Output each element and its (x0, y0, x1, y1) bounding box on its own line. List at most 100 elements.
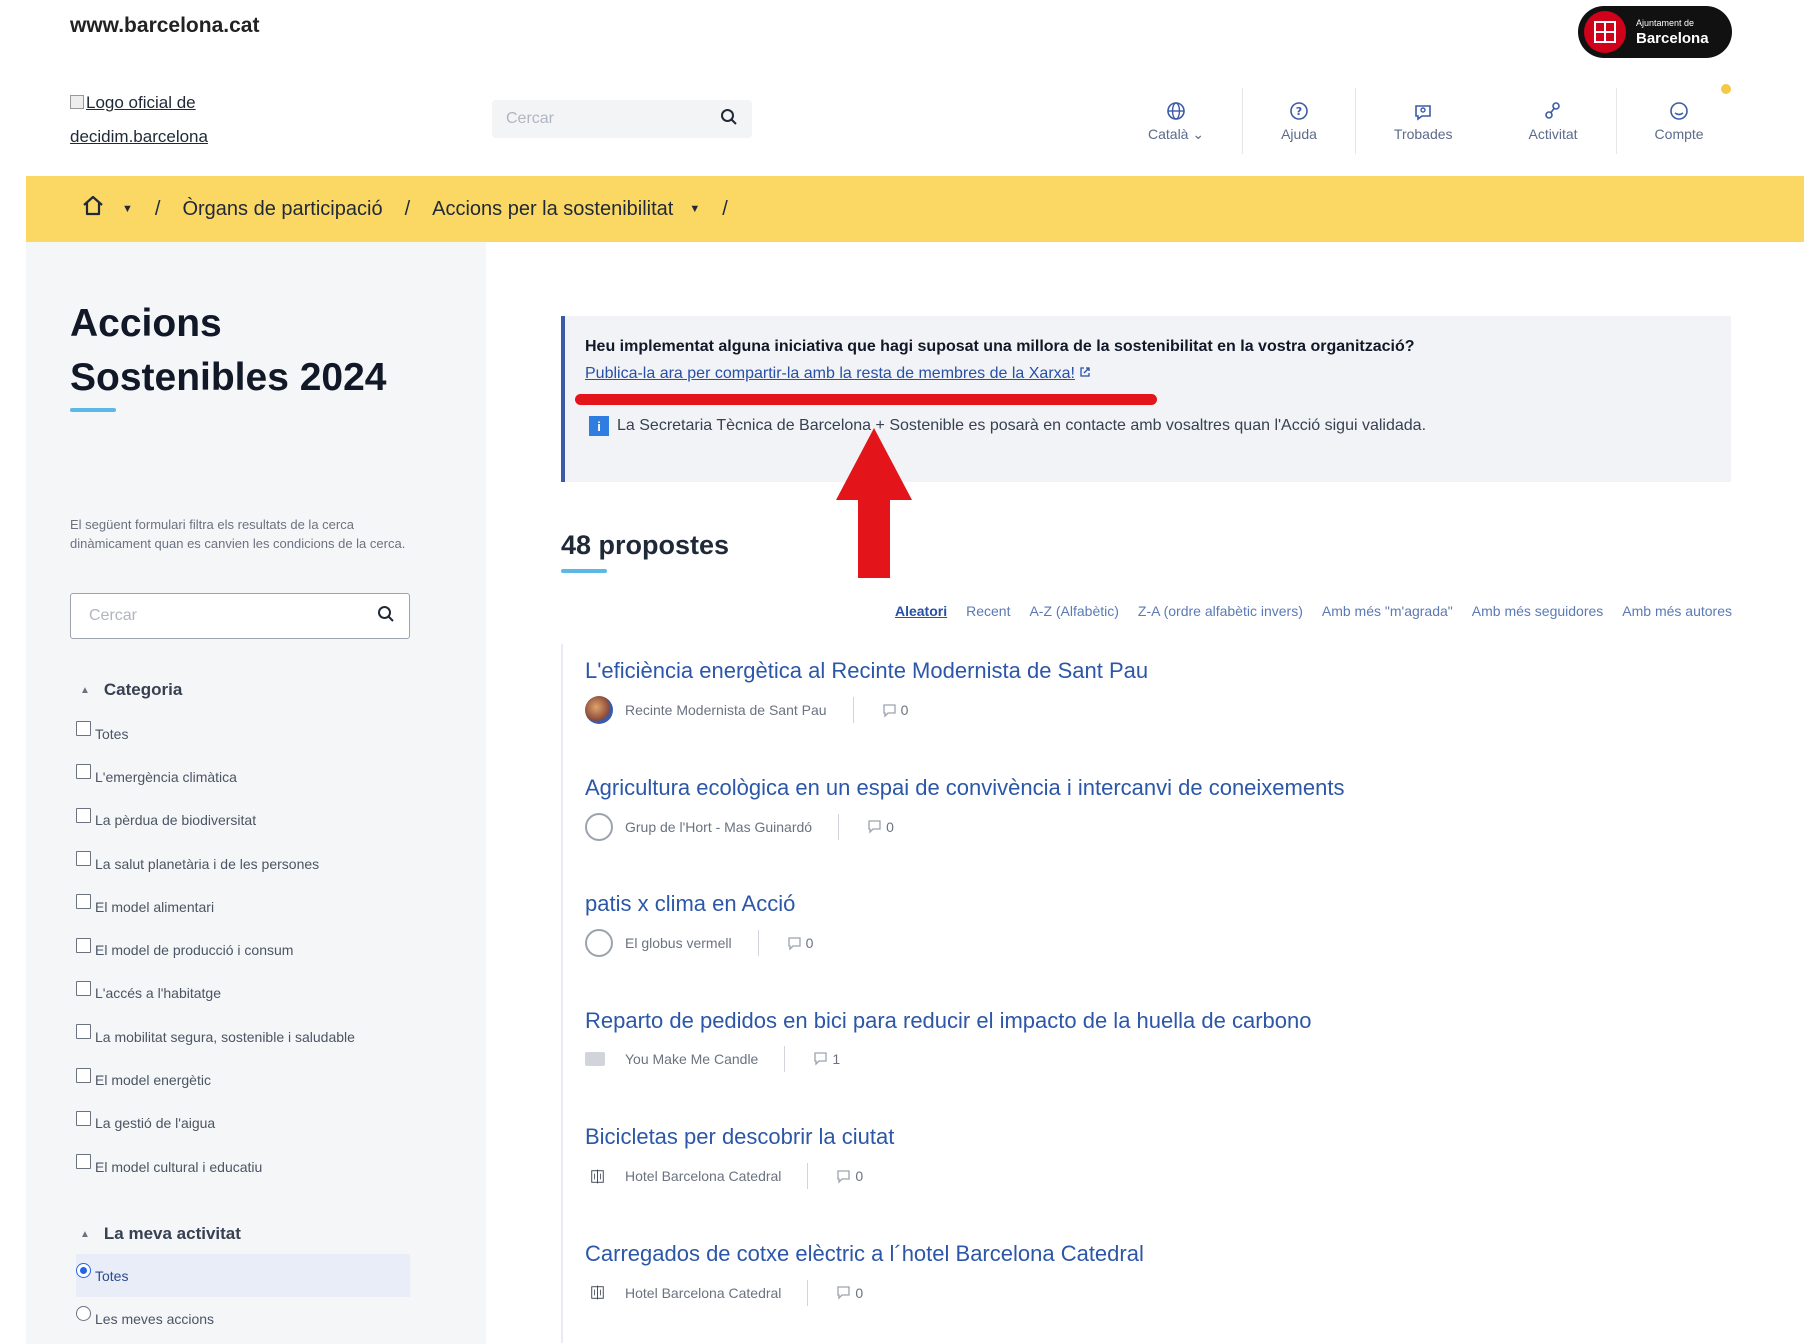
info-icon: i (589, 416, 609, 436)
proposal-author[interactable]: You Make Me Candle (625, 1051, 758, 1067)
checkbox[interactable] (76, 851, 91, 867)
category-option[interactable]: El model energètic (76, 1058, 355, 1101)
radio-button[interactable] (76, 1263, 91, 1279)
sort-option-most-authors[interactable]: Amb més autores (1622, 603, 1732, 619)
nav-help[interactable]: ? Ajuda (1243, 88, 1356, 154)
publish-action-link[interactable]: Publica-la ara per compartir-la amb la r… (585, 365, 1091, 383)
activity-option[interactable]: Les meves accions (76, 1297, 410, 1340)
sort-option-most-followed[interactable]: Amb més seguidores (1472, 603, 1604, 619)
activity-filter-list: Totes Les meves accions (76, 1254, 410, 1341)
sort-option-az[interactable]: A-Z (Alfabètic) (1029, 603, 1118, 619)
breadcrumb-item-accions[interactable]: Accions per la sostenibilitat (432, 198, 673, 221)
header-search-input[interactable] (506, 110, 720, 128)
category-option[interactable]: La mobilitat segura, sostenible i saluda… (76, 1015, 355, 1058)
comment-count: 1 (832, 1050, 841, 1067)
sort-options: Aleatori Recent A-Z (Alfabètic) Z-A (ord… (895, 603, 1732, 619)
proposal-author[interactable]: Hotel Barcelona Catedral (625, 1285, 781, 1301)
comment-icon (814, 1052, 827, 1066)
caret-down-icon[interactable]: ▼ (122, 203, 133, 215)
breadcrumb-separator: / (154, 197, 161, 220)
comment-icon (837, 1286, 851, 1300)
breadcrumb: ▼ / Òrgans de participació / Accions per… (26, 176, 1804, 242)
nav-meetings[interactable]: Trobades (1356, 88, 1491, 154)
category-option[interactable]: El model cultural i educatiu (76, 1145, 355, 1188)
proposal-list: L'eficiència energètica al Recinte Moder… (561, 644, 1731, 1343)
space-title: Accions Sostenibles 2024 (70, 302, 387, 399)
proposal-title[interactable]: patis x clima en Acció (585, 891, 1731, 917)
proposal-title[interactable]: L'eficiència energètica al Recinte Moder… (585, 658, 1731, 684)
breadcrumb-separator: / (404, 197, 411, 220)
checkbox[interactable] (76, 1154, 91, 1170)
title-underline (70, 408, 116, 412)
proposal-author[interactable]: Recinte Modernista de Sant Pau (625, 702, 827, 718)
proposal-card[interactable]: patis x clima en Acció El globus vermell… (561, 877, 1731, 994)
nav-account[interactable]: Compte (1617, 88, 1742, 154)
hotel-logo-icon[interactable] (585, 1278, 613, 1307)
filter-search-input[interactable] (89, 607, 377, 625)
activity-option[interactable]: Totes (76, 1254, 410, 1298)
proposal-title[interactable]: Carregados de cotxe elèctric a l´hotel B… (585, 1241, 1731, 1267)
ajuntament-logo[interactable]: Ajuntament de Barcelona (1578, 6, 1732, 58)
caret-down-icon[interactable]: ▼ (689, 203, 700, 215)
notification-dot (1721, 84, 1731, 94)
category-option[interactable]: El model de producció i consum (76, 928, 355, 971)
sort-option-random[interactable]: Aleatori (895, 603, 947, 619)
category-option[interactable]: L'accés a l'habitatge (76, 972, 355, 1015)
activity-filter-toggle[interactable]: ▲ La meva activitat (80, 1224, 241, 1244)
proposal-title[interactable]: Reparto de pedidos en bici para reducir … (585, 1008, 1731, 1034)
proposal-card[interactable]: L'eficiència energètica al Recinte Moder… (561, 644, 1731, 761)
checkbox[interactable] (76, 1067, 91, 1083)
checkbox[interactable] (76, 764, 91, 780)
proposal-title[interactable]: Agricultura ecològica en un espai de con… (585, 775, 1731, 801)
barcelona-seal-icon (1584, 11, 1626, 53)
category-option[interactable]: La pèrdua de biodiversitat (76, 799, 355, 842)
proposal-author[interactable]: Grup de l'Hort - Mas Guinardó (625, 819, 812, 835)
default-avatar-icon[interactable] (585, 929, 613, 957)
nav-meetings-label: Trobades (1393, 126, 1453, 142)
search-icon[interactable] (720, 108, 738, 131)
sort-option-za[interactable]: Z-A (ordre alfabètic invers) (1138, 603, 1303, 619)
default-avatar-icon[interactable] (585, 812, 613, 841)
category-option[interactable]: L'emergència climàtica (76, 755, 355, 798)
sidebar: Accions Sostenibles 2024 El següent form… (26, 242, 486, 1344)
category-filter-toggle[interactable]: ▲ Categoria (80, 680, 182, 700)
breadcrumb-item-organs[interactable]: Òrgans de participació (182, 198, 382, 221)
category-option[interactable]: La salut planetària i de les persones (76, 842, 355, 885)
nav-activity-label: Activitat (1528, 126, 1578, 142)
header-search (492, 100, 752, 138)
annotation-underline (575, 394, 1157, 405)
nav-activity[interactable]: Activitat (1491, 88, 1617, 154)
author-logo-icon[interactable] (585, 1051, 605, 1066)
proposal-card[interactable]: Bicicletas per descobrir la ciutat Hotel… (561, 1110, 1731, 1227)
chevron-down-icon: ⌄ (1192, 125, 1205, 142)
search-icon[interactable] (377, 605, 395, 628)
home-icon[interactable] (80, 193, 106, 225)
radio-button[interactable] (76, 1306, 91, 1322)
proposal-author[interactable]: Hotel Barcelona Catedral (625, 1168, 781, 1184)
avatar[interactable] (585, 696, 613, 724)
proposal-card[interactable]: Reparto de pedidos en bici para reducir … (561, 993, 1731, 1110)
hotel-logo-icon[interactable] (585, 1162, 613, 1190)
decidim-logo-link[interactable]: Logo oficial de decidim.barcelona (70, 86, 250, 154)
sort-option-recent[interactable]: Recent (966, 603, 1010, 619)
sort-option-most-liked[interactable]: Amb més "m'agrada" (1322, 603, 1453, 619)
proposal-card[interactable]: Carregados de cotxe elèctric a l´hotel B… (561, 1226, 1731, 1343)
checkbox[interactable] (76, 1110, 91, 1126)
filter-help-text: El següent formulari filtra els resultat… (70, 517, 406, 551)
proposal-title[interactable]: Bicicletas per descobrir la ciutat (585, 1124, 1731, 1150)
nav-language[interactable]: Català ⌄ (1110, 88, 1244, 154)
category-option[interactable]: La gestió de l'aigua (76, 1102, 355, 1145)
site-url[interactable]: www.barcelona.cat (70, 14, 259, 38)
proposal-card[interactable]: Agricultura ecològica en un espai de con… (561, 760, 1731, 877)
category-option[interactable]: El model alimentari (76, 885, 355, 928)
checkbox[interactable] (76, 980, 91, 996)
proposal-author[interactable]: El globus vermell (625, 935, 732, 951)
checkbox[interactable] (76, 937, 91, 953)
checkbox[interactable] (76, 894, 91, 910)
checkbox[interactable] (76, 1024, 91, 1040)
category-option[interactable]: Totes (76, 712, 355, 755)
checkbox[interactable] (76, 807, 91, 823)
ajuntament-label: Barcelona (1636, 29, 1709, 47)
external-link-icon (1080, 367, 1090, 377)
checkbox[interactable] (76, 721, 91, 737)
